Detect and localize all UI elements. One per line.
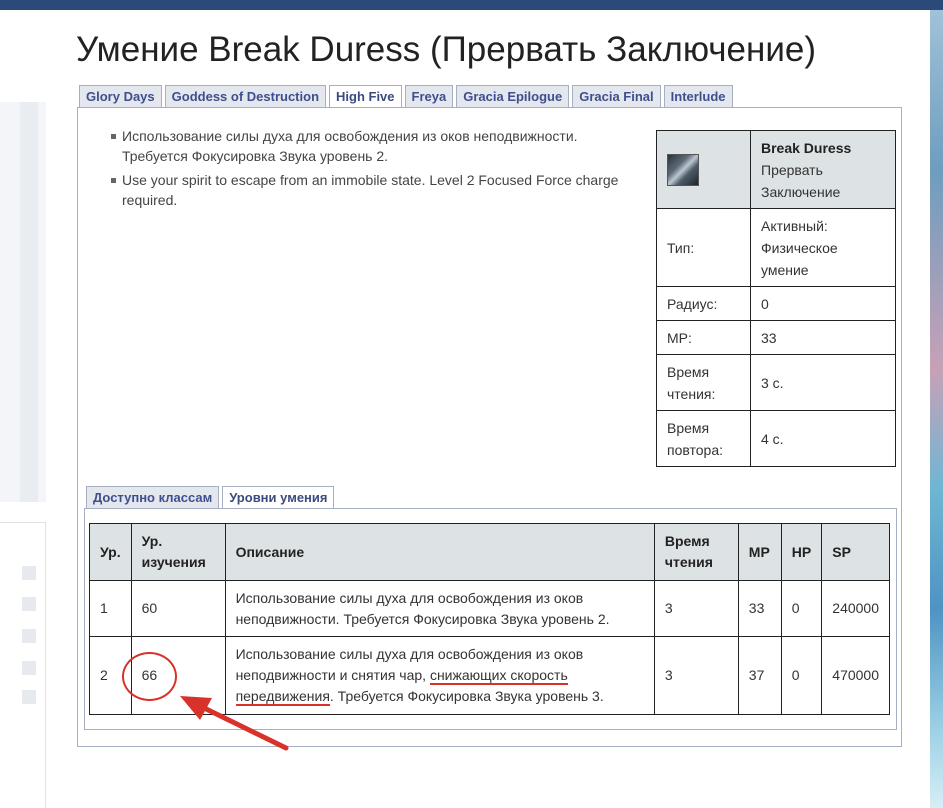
col-header-description: Описание xyxy=(224,523,655,581)
cell-sp: 470000 xyxy=(821,636,890,715)
right-background-image xyxy=(918,10,943,808)
cell-sp: 240000 xyxy=(821,580,890,637)
tab-goddess-of-destruction[interactable]: Goddess of Destruction xyxy=(164,85,327,108)
sidebar-block xyxy=(22,629,36,643)
skill-name-cell: Break Duress Прервать Заключение xyxy=(750,130,896,209)
sidebar-block xyxy=(22,566,36,580)
cell-level: 1 xyxy=(89,580,132,637)
tab-glory-days[interactable]: Glory Days xyxy=(79,85,162,108)
info-label-reuse-time: Время повтора: xyxy=(656,410,751,467)
cell-learn-level: 60 xyxy=(130,580,226,637)
skill-name: Break Duress xyxy=(761,139,852,156)
skill-sub-tabs: Доступно классам Уровни умения xyxy=(86,486,335,510)
col-header-level: Ур. xyxy=(89,523,132,581)
info-value-cast-time: 3 с. xyxy=(750,354,896,411)
left-sidebar-upper xyxy=(0,102,46,502)
tab-skill-levels[interactable]: Уровни умения xyxy=(222,486,335,510)
skill-info-box: Break Duress Прервать Заключение Тип: Ак… xyxy=(656,130,896,467)
top-bar xyxy=(0,0,943,10)
description-ru: Использование силы духа для освобождения… xyxy=(110,126,630,166)
col-header-learn-level: Ур. изучения xyxy=(130,523,226,581)
skill-icon-cell xyxy=(656,130,751,209)
break-duress-skill-icon xyxy=(667,153,699,186)
annotation-arrow-icon xyxy=(180,696,289,751)
version-tabs: Glory Days Goddess of Destruction High F… xyxy=(79,85,733,109)
info-value-radius: 0 xyxy=(750,286,896,321)
page-title: Умение Break Duress (Прервать Заключение… xyxy=(76,30,817,69)
annotation-circle xyxy=(122,652,177,701)
col-header-hp: HP xyxy=(780,523,823,581)
cell-hp: 0 xyxy=(780,580,823,637)
sidebar-block xyxy=(22,661,36,675)
info-label-radius: Радиус: xyxy=(656,286,751,321)
cell-cast-time: 3 xyxy=(653,580,739,637)
col-header-cast-time: Время чтения xyxy=(653,523,739,581)
col-header-mp: MP xyxy=(737,523,782,581)
description-text: Использование силы духа для освобождения… xyxy=(235,589,610,627)
info-label-cast-time: Время чтения: xyxy=(656,354,751,411)
tab-interlude[interactable]: Interlude xyxy=(663,85,733,108)
skill-name-ru: Прервать Заключение xyxy=(761,161,841,200)
col-header-sp: SP xyxy=(821,523,890,581)
table-row: 1 60 Использование силы духа для освобож… xyxy=(89,580,890,637)
tab-high-five[interactable]: High Five xyxy=(329,85,402,109)
tab-gracia-final[interactable]: Gracia Final xyxy=(572,85,661,108)
cell-mp: 33 xyxy=(737,580,782,637)
info-value-reuse-time: 4 с. xyxy=(750,410,896,467)
right-background-edge xyxy=(918,10,930,808)
tab-available-classes[interactable]: Доступно классам xyxy=(86,486,220,509)
description-text-end: . Требуется Фокусировка Звука уровень 3. xyxy=(329,688,604,704)
cell-mp: 37 xyxy=(737,636,782,715)
cell-description: Использование силы духа для освобождения… xyxy=(224,580,655,637)
info-label-type: Тип: xyxy=(656,208,751,287)
sidebar-block xyxy=(22,597,36,611)
cell-hp: 0 xyxy=(780,636,823,715)
skill-description-list: Использование силы духа для освобождения… xyxy=(110,126,630,214)
info-value-type: Активный: Физическое умение xyxy=(750,208,896,287)
info-value-mp: 33 xyxy=(750,320,896,355)
info-label-mp: MP: xyxy=(656,320,751,355)
sidebar-block xyxy=(22,690,36,704)
description-en: Use your spirit to escape from an immobi… xyxy=(110,170,630,210)
cell-cast-time: 3 xyxy=(653,636,739,715)
skill-levels-table: Ур. Ур. изучения Описание Время чтения M… xyxy=(89,523,890,715)
left-sidebar-scroll xyxy=(20,102,38,502)
tab-gracia-epilogue[interactable]: Gracia Epilogue xyxy=(456,85,570,108)
tab-freya[interactable]: Freya xyxy=(404,85,454,108)
